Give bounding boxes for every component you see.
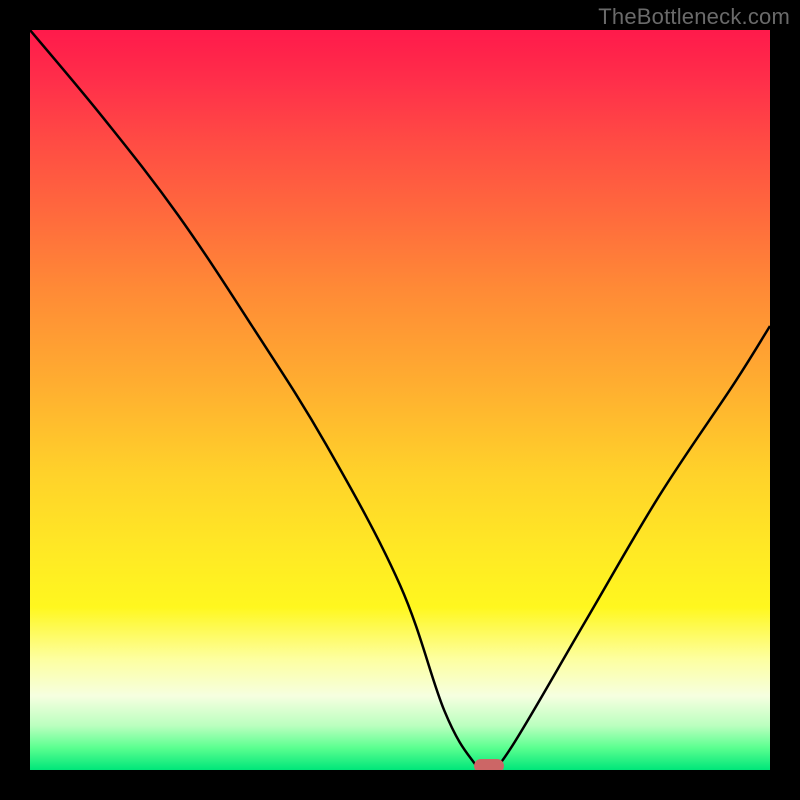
minimum-marker	[474, 759, 504, 770]
bottleneck-curve	[30, 30, 770, 770]
chart-frame: TheBottleneck.com	[0, 0, 800, 800]
watermark-text: TheBottleneck.com	[598, 4, 790, 30]
plot-area	[30, 30, 770, 770]
curve-path	[30, 30, 770, 770]
